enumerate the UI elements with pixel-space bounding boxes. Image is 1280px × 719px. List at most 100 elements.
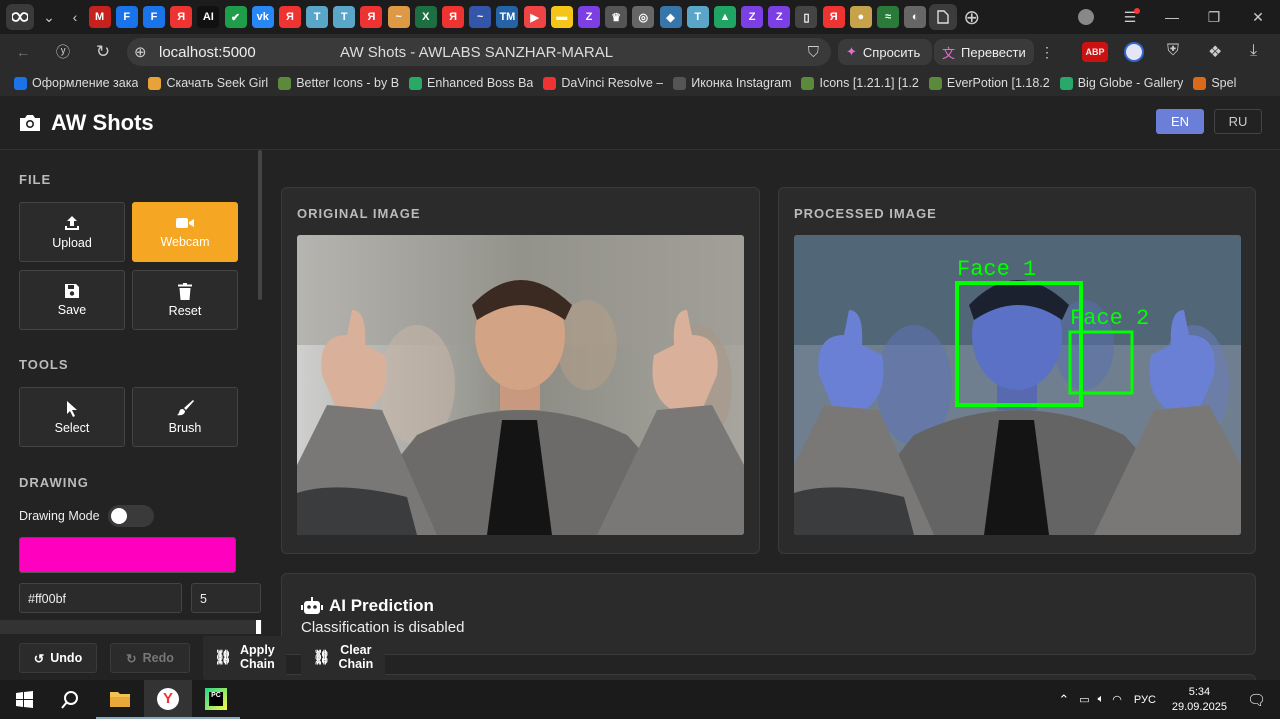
pinned-tab-favicon-icon[interactable]: F bbox=[142, 6, 165, 28]
bookmark-item[interactable]: Better Icons - by B bbox=[278, 76, 399, 90]
shield-extension-icon[interactable]: ⛨ bbox=[1167, 42, 1179, 60]
restore-window-icon[interactable]: ❐ bbox=[1192, 3, 1236, 31]
pinned-tab-favicon-icon[interactable]: Я bbox=[170, 6, 193, 28]
bookmark-item[interactable]: Enhanced Boss Ba bbox=[409, 76, 533, 90]
upload-button[interactable]: Upload bbox=[19, 202, 125, 262]
address-field[interactable]: ⊕ localhost:5000 AW Shots - AWLABS SANZH… bbox=[127, 38, 831, 66]
pinned-tab-favicon-icon[interactable]: TM bbox=[496, 6, 519, 28]
pinned-tab-favicon-icon[interactable]: T bbox=[686, 6, 709, 28]
bookmark-item[interactable]: DaVinci Resolve – bbox=[543, 76, 663, 90]
bookmark-icon[interactable]: ⛉ bbox=[808, 44, 819, 61]
tabs-scroll-left-icon[interactable]: ‹ bbox=[64, 3, 86, 31]
search-icon[interactable] bbox=[44, 680, 96, 719]
select-tool-button[interactable]: Select bbox=[19, 387, 125, 447]
bookmark-item[interactable]: Big Globe - Gallery bbox=[1059, 76, 1183, 90]
extensions-puzzle-icon[interactable]: ❖ bbox=[1208, 42, 1222, 62]
undo-button[interactable]: ↺ Undo bbox=[19, 643, 97, 673]
pinned-tab-favicon-icon[interactable]: Z bbox=[741, 6, 764, 28]
brush-size-input[interactable]: 5 bbox=[191, 583, 261, 613]
pinned-tab-favicon-icon[interactable]: ▬ bbox=[550, 6, 573, 28]
color-hex-input[interactable]: #ff00bf bbox=[19, 583, 182, 613]
pinned-tab-favicon-icon[interactable]: Я bbox=[822, 6, 845, 28]
bookmark-item[interactable]: Иконка Instagram bbox=[673, 76, 791, 90]
pinned-tab-favicon-icon[interactable]: ◐ bbox=[904, 6, 927, 28]
new-tab-plus-icon[interactable]: ⊕ bbox=[957, 3, 987, 31]
active-tab[interactable] bbox=[928, 4, 957, 30]
pinned-tab-favicon-icon[interactable]: Z bbox=[768, 6, 791, 28]
favicon-glyph: TM bbox=[499, 11, 516, 23]
show-hidden-icons-icon[interactable]: ⌃ bbox=[1058, 692, 1069, 708]
pinned-tab-favicon-icon[interactable]: ≈ bbox=[877, 6, 900, 28]
minimize-icon[interactable]: — bbox=[1152, 3, 1192, 31]
wifi-icon[interactable]: ◠ bbox=[1112, 693, 1122, 706]
drawing-mode-toggle[interactable] bbox=[108, 505, 154, 527]
pinned-tab-favicon-icon[interactable]: ▲ bbox=[713, 6, 736, 28]
profile-avatar-icon[interactable] bbox=[1064, 3, 1108, 31]
apply-chain-button[interactable]: ⛓ Apply Chain bbox=[203, 636, 286, 680]
pinned-tab-favicon-icon[interactable]: X bbox=[414, 6, 437, 28]
redo-button[interactable]: ↻ Redo bbox=[110, 643, 190, 673]
bookmark-item[interactable]: Spel bbox=[1193, 76, 1236, 90]
site-info-globe-icon[interactable]: ⊕ bbox=[134, 43, 147, 61]
pinned-tab-favicon-icon[interactable]: T bbox=[333, 6, 356, 28]
back-arrow-icon[interactable]: ← bbox=[8, 38, 38, 66]
tab-actions-button[interactable] bbox=[6, 4, 34, 30]
pinned-tab-favicon-icon[interactable]: Z bbox=[577, 6, 600, 28]
bookmark-item[interactable]: Оформление зака bbox=[14, 76, 138, 90]
yandex-browser-taskbar-icon[interactable]: Y bbox=[144, 680, 192, 719]
lang-ru-button[interactable]: RU bbox=[1214, 109, 1262, 134]
ask-ai-button[interactable]: ✦ Спросить bbox=[838, 39, 932, 65]
pinned-tab-favicon-icon[interactable]: Я bbox=[442, 6, 465, 28]
pinned-tab-favicon-icon[interactable]: F bbox=[115, 6, 138, 28]
sidebar-scroll-thumb[interactable] bbox=[256, 620, 261, 634]
notifications-icon[interactable]: 🗨︎ bbox=[1247, 691, 1266, 709]
pinned-tab-favicon-icon[interactable]: ♛ bbox=[605, 6, 628, 28]
battery-icon[interactable]: ▭ bbox=[1079, 693, 1089, 706]
save-button[interactable]: Save bbox=[19, 270, 125, 330]
sidebar-horizontal-scrollbar[interactable] bbox=[0, 620, 262, 634]
bookmark-item[interactable]: Скачать Seek Girl bbox=[148, 76, 268, 90]
tab-list-chevron-icon[interactable]: ⌄ bbox=[34, 3, 64, 31]
translate-button[interactable]: 文 Перевести bbox=[934, 39, 1034, 65]
pinned-tab-favicon-icon[interactable]: T bbox=[306, 6, 329, 28]
pinned-tab-favicon-icon[interactable]: Я bbox=[360, 6, 383, 28]
favicon-glyph: F bbox=[123, 11, 131, 23]
pinned-tab-favicon-icon[interactable]: ~ bbox=[469, 6, 492, 28]
windows-start-icon[interactable] bbox=[4, 680, 44, 719]
yandex-home-icon[interactable]: ⓨ bbox=[48, 38, 78, 66]
pinned-tab-favicon-icon[interactable]: ◆ bbox=[659, 6, 682, 28]
pinned-tab-favicon-icon[interactable]: Я bbox=[278, 6, 301, 28]
pinned-tab-favicon-icon[interactable]: ● bbox=[849, 6, 872, 28]
lang-en-button[interactable]: EN bbox=[1156, 109, 1204, 134]
webcam-button[interactable]: Webcam bbox=[132, 202, 238, 262]
brush-tool-button[interactable]: Brush bbox=[132, 387, 238, 447]
volume-icon[interactable]: 🔈︎ bbox=[1098, 693, 1105, 706]
color-picker-swatch[interactable] bbox=[19, 537, 236, 573]
clock[interactable]: 5:34 29.09.2025 bbox=[1172, 686, 1227, 713]
menu-icon[interactable]: ☰ bbox=[1108, 3, 1152, 31]
video-camera-icon bbox=[176, 218, 194, 228]
reload-icon[interactable]: ↻ bbox=[88, 38, 118, 66]
more-options-icon[interactable]: ⋮ bbox=[1032, 38, 1062, 66]
downloads-icon[interactable]: ⤓ bbox=[1250, 42, 1257, 60]
pinned-tab-favicon-icon[interactable]: vk bbox=[251, 6, 274, 28]
bookmark-item[interactable]: EverPotion [1.18.2 bbox=[928, 76, 1050, 90]
clear-chain-button[interactable]: ⛓ Clear Chain bbox=[301, 636, 385, 680]
file-explorer-icon[interactable] bbox=[96, 680, 144, 719]
pinned-tab-favicon-icon[interactable]: ▶ bbox=[523, 6, 546, 28]
pinned-tab-favicon-icon[interactable]: M bbox=[88, 6, 111, 28]
app-title: AW Shots bbox=[51, 110, 154, 135]
reset-button[interactable]: Reset bbox=[132, 270, 238, 330]
pinned-tab-favicon-icon[interactable]: ▯ bbox=[795, 6, 818, 28]
pinned-tab-favicon-icon[interactable]: ◎ bbox=[632, 6, 655, 28]
pinned-tab-favicon-icon[interactable]: ~ bbox=[387, 6, 410, 28]
ask-sparkle-icon: ✦ bbox=[846, 44, 857, 59]
adblock-extension-icon[interactable]: ABP bbox=[1082, 42, 1108, 62]
pycharm-icon[interactable]: PC bbox=[192, 680, 240, 719]
pinned-tab-favicon-icon[interactable]: ✔ bbox=[224, 6, 247, 28]
close-window-icon[interactable]: ✕ bbox=[1236, 3, 1280, 31]
bookmark-item[interactable]: Icons [1.21.1] [1.2 bbox=[801, 76, 919, 90]
pinned-tab-favicon-icon[interactable]: AI bbox=[197, 6, 220, 28]
extension-globe-icon[interactable] bbox=[1124, 42, 1144, 62]
input-language[interactable]: РУС bbox=[1134, 694, 1156, 706]
